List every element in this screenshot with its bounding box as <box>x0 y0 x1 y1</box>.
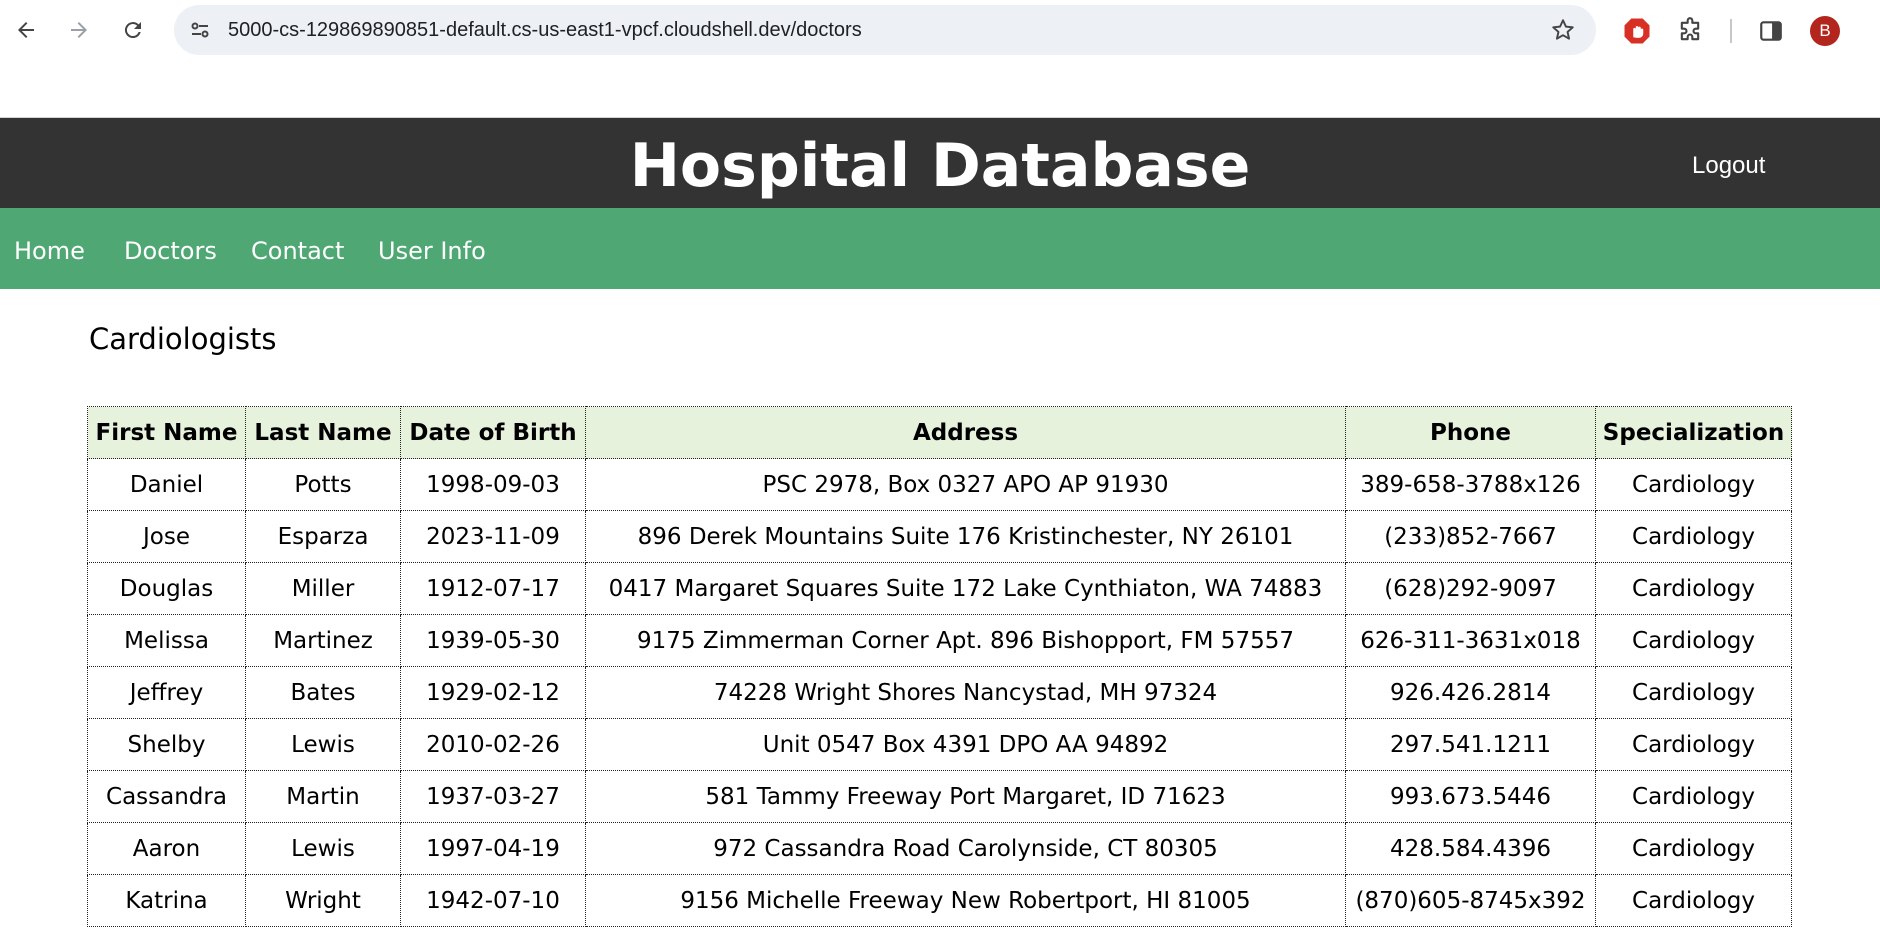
logout-link[interactable]: Logout <box>1692 118 1765 214</box>
cell-first-name: Katrina <box>87 874 246 927</box>
cell-address: 581 Tammy Freeway Port Margaret, ID 7162… <box>585 770 1346 823</box>
table-row: Aaron Lewis 1997-04-19 972 Cassandra Roa… <box>87 822 1792 875</box>
forward-arrow-icon[interactable] <box>59 10 99 50</box>
cell-phone: (233)852-7667 <box>1345 510 1596 563</box>
column-header-first-name: First Name <box>87 406 246 459</box>
table-row: Daniel Potts 1998-09-03 PSC 2978, Box 03… <box>87 458 1792 511</box>
cell-specialization: Cardiology <box>1595 718 1792 771</box>
cell-specialization: Cardiology <box>1595 614 1792 667</box>
nav-item-user-info[interactable]: User Info <box>378 208 486 294</box>
cell-phone: (628)292-9097 <box>1345 562 1596 615</box>
cell-first-name: Shelby <box>87 718 246 771</box>
table-row: Jose Esparza 2023-11-09 896 Derek Mounta… <box>87 510 1792 563</box>
back-arrow-icon[interactable] <box>6 10 46 50</box>
column-header-specialization: Specialization <box>1595 406 1792 459</box>
table-row: Melissa Martinez 1939-05-30 9175 Zimmerm… <box>87 614 1792 667</box>
column-header-address: Address <box>585 406 1346 459</box>
page-title: Hospital Database <box>629 131 1251 201</box>
browser-toolbar: 5000-cs-129869890851-default.cs-us-east1… <box>0 0 1880 118</box>
table-row: Shelby Lewis 2010-02-26 Unit 0547 Box 43… <box>87 718 1792 771</box>
cell-first-name: Douglas <box>87 562 246 615</box>
site-info-icon[interactable] <box>188 18 212 42</box>
bookmark-star-icon[interactable] <box>1550 17 1576 43</box>
cell-first-name: Jeffrey <box>87 666 246 719</box>
cell-date-of-birth: 1998-09-03 <box>400 458 586 511</box>
toolbar-divider <box>1730 19 1732 43</box>
cell-date-of-birth: 1929-02-12 <box>400 666 586 719</box>
cell-first-name: Jose <box>87 510 246 563</box>
cell-date-of-birth: 1939-05-30 <box>400 614 586 667</box>
cell-first-name: Cassandra <box>87 770 246 823</box>
cell-phone: 926.426.2814 <box>1345 666 1596 719</box>
cell-last-name: Esparza <box>245 510 401 563</box>
address-bar[interactable]: 5000-cs-129869890851-default.cs-us-east1… <box>174 5 1596 55</box>
cell-first-name: Melissa <box>87 614 246 667</box>
cell-address: Unit 0547 Box 4391 DPO AA 94892 <box>585 718 1346 771</box>
cell-phone: (870)605-8745x392 <box>1345 874 1596 927</box>
table-header-row: First Name Last Name Date of Birth Addre… <box>87 406 1792 459</box>
cell-address: 972 Cassandra Road Carolynside, CT 80305 <box>585 822 1346 875</box>
cell-phone: 993.673.5446 <box>1345 770 1596 823</box>
cell-date-of-birth: 1912-07-17 <box>400 562 586 615</box>
side-panel-icon[interactable] <box>1754 14 1788 48</box>
nav-item-doctors[interactable]: Doctors <box>124 208 217 294</box>
profile-avatar[interactable]: B <box>1810 16 1840 46</box>
reload-icon[interactable] <box>113 10 153 50</box>
cell-address: 896 Derek Mountains Suite 176 Kristinche… <box>585 510 1346 563</box>
cell-date-of-birth: 1937-03-27 <box>400 770 586 823</box>
cell-specialization: Cardiology <box>1595 822 1792 875</box>
cell-last-name: Wright <box>245 874 401 927</box>
doctors-table: First Name Last Name Date of Birth Addre… <box>87 406 1792 927</box>
cell-last-name: Lewis <box>245 822 401 875</box>
cell-first-name: Daniel <box>87 458 246 511</box>
cell-specialization: Cardiology <box>1595 510 1792 563</box>
table-row: Cassandra Martin 1937-03-27 581 Tammy Fr… <box>87 770 1792 823</box>
cell-last-name: Miller <box>245 562 401 615</box>
cell-specialization: Cardiology <box>1595 562 1792 615</box>
cell-specialization: Cardiology <box>1595 666 1792 719</box>
cell-phone: 626-311-3631x018 <box>1345 614 1596 667</box>
cell-address: 74228 Wright Shores Nancystad, MH 97324 <box>585 666 1346 719</box>
cell-address: PSC 2978, Box 0327 APO AP 91930 <box>585 458 1346 511</box>
cell-first-name: Aaron <box>87 822 246 875</box>
section-title: Cardiologists <box>89 322 277 356</box>
table-row: Douglas Miller 1912-07-17 0417 Margaret … <box>87 562 1792 615</box>
cell-specialization: Cardiology <box>1595 770 1792 823</box>
table-row: Jeffrey Bates 1929-02-12 74228 Wright Sh… <box>87 666 1792 719</box>
cell-last-name: Bates <box>245 666 401 719</box>
cell-specialization: Cardiology <box>1595 874 1792 927</box>
cell-phone: 428.584.4396 <box>1345 822 1596 875</box>
cell-specialization: Cardiology <box>1595 458 1792 511</box>
cell-last-name: Potts <box>245 458 401 511</box>
cell-date-of-birth: 2023-11-09 <box>400 510 586 563</box>
cell-address: 9156 Michelle Freeway New Robertport, HI… <box>585 874 1346 927</box>
column-header-last-name: Last Name <box>245 406 401 459</box>
column-header-date-of-birth: Date of Birth <box>400 406 586 459</box>
cell-date-of-birth: 1942-07-10 <box>400 874 586 927</box>
url-text[interactable]: 5000-cs-129869890851-default.cs-us-east1… <box>228 5 862 55</box>
cell-date-of-birth: 1997-04-19 <box>400 822 586 875</box>
column-header-phone: Phone <box>1345 406 1596 459</box>
extensions-puzzle-icon[interactable] <box>1673 14 1707 48</box>
site-header: Hospital Database Logout <box>0 118 1880 208</box>
cell-last-name: Martin <box>245 770 401 823</box>
ad-block-extension-icon[interactable] <box>1620 14 1654 48</box>
main-nav: Home Doctors Contact User Info <box>0 208 1880 289</box>
nav-item-contact[interactable]: Contact <box>251 208 344 294</box>
cell-address: 0417 Margaret Squares Suite 172 Lake Cyn… <box>585 562 1346 615</box>
nav-item-home[interactable]: Home <box>14 208 85 294</box>
cell-address: 9175 Zimmerman Corner Apt. 896 Bishoppor… <box>585 614 1346 667</box>
cell-phone: 297.541.1211 <box>1345 718 1596 771</box>
cell-phone: 389-658-3788x126 <box>1345 458 1596 511</box>
table-row: Katrina Wright 1942-07-10 9156 Michelle … <box>87 874 1792 927</box>
cell-date-of-birth: 2010-02-26 <box>400 718 586 771</box>
cell-last-name: Lewis <box>245 718 401 771</box>
cell-last-name: Martinez <box>245 614 401 667</box>
